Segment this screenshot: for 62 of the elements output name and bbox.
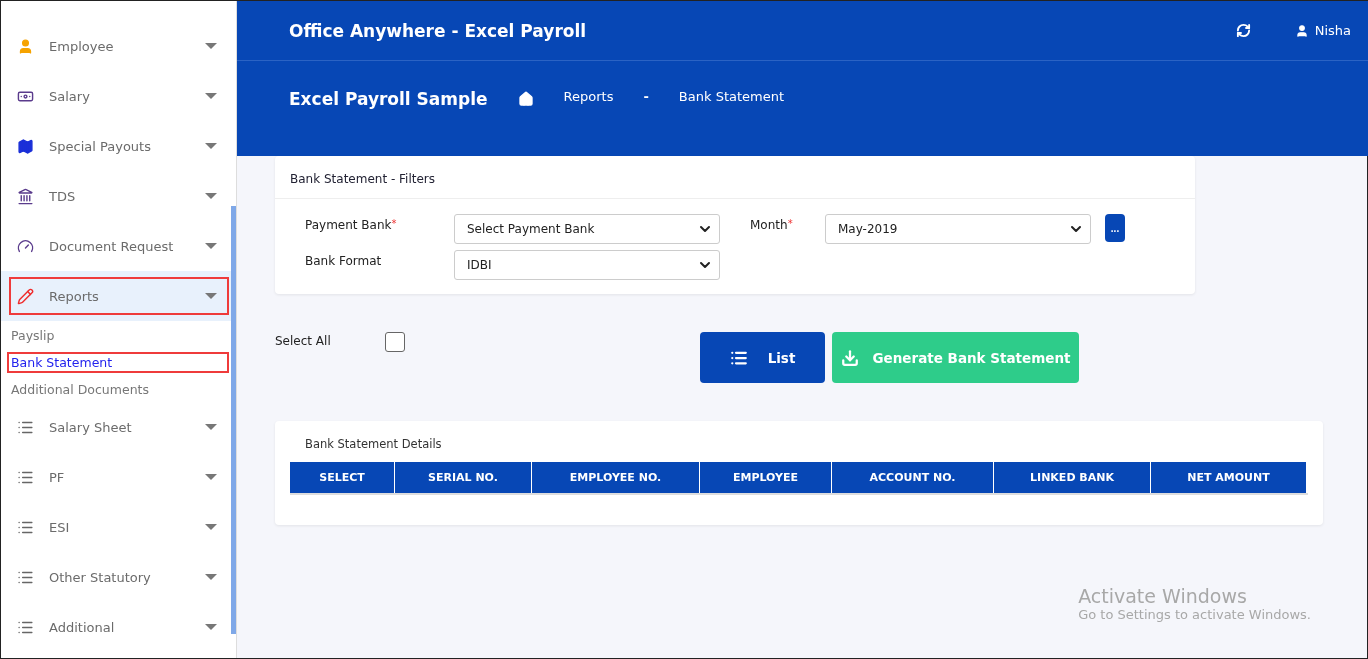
breadcrumb-item[interactable]: Bank Statement: [678, 89, 785, 104]
download-icon: [840, 348, 859, 367]
sidebar-item[interactable]: Reports: [9, 277, 229, 315]
field-label: Bank Format: [305, 253, 383, 268]
column-header: EMPLOYEE: [700, 462, 832, 493]
column-header: ACCOUNT NO.: [832, 462, 994, 493]
gauge-icon: [17, 237, 34, 255]
breadcrumb-item[interactable]: Reports: [563, 89, 614, 104]
caret-icon: [205, 143, 217, 149]
user-name[interactable]: Nisha: [1314, 23, 1351, 38]
sidebar-item[interactable]: Salary Sheet: [9, 408, 229, 446]
sidebar-item[interactable]: Salary: [9, 77, 229, 115]
list-button[interactable]: List: [700, 332, 825, 383]
card-title: Bank Statement Details: [304, 437, 443, 453]
select-field[interactable]: Select Payment Bank: [454, 214, 720, 244]
card-title: Bank Statement - Filters: [275, 156, 1195, 199]
submenu-link[interactable]: Additional Documents: [7, 379, 229, 400]
caret-icon: [205, 474, 217, 480]
more-button[interactable]: ...: [1105, 214, 1125, 242]
field-label: Month*: [750, 217, 794, 232]
caret-icon: [205, 243, 217, 249]
sidebar-item[interactable]: Additional: [9, 608, 229, 646]
column-header: LINKED BANK: [994, 462, 1151, 493]
column-header: NET AMOUNT: [1151, 462, 1307, 493]
column-header: EMPLOYEE NO.: [532, 462, 700, 493]
caret-icon: [205, 293, 217, 299]
checkbox[interactable]: [385, 332, 405, 352]
submenu-link[interactable]: Payslip: [7, 325, 229, 346]
sidebar-item[interactable]: TDS: [9, 177, 229, 215]
select-field[interactable]: IDBI: [454, 250, 720, 280]
pencil-icon: [17, 287, 34, 305]
select-field[interactable]: May-2019: [825, 214, 1091, 244]
column-header: SELECT: [290, 462, 395, 493]
column-header: SERIAL NO.: [395, 462, 532, 493]
app-title: Office Anywhere - Excel Payroll: [289, 20, 588, 41]
home-icon[interactable]: [517, 91, 534, 107]
submenu-link[interactable]: Bank Statement: [7, 352, 229, 373]
user-icon: [1294, 23, 1309, 38]
field-label: Payment Bank*: [305, 217, 398, 232]
sidebar-item[interactable]: ESI: [9, 508, 229, 546]
refresh-icon[interactable]: [1235, 23, 1251, 38]
sidebar-item[interactable]: Employee: [9, 27, 229, 65]
select-all-label: Select All: [275, 334, 332, 348]
caret-icon: [205, 424, 217, 430]
company-name: Excel Payroll Sample: [289, 89, 488, 109]
sidebar-item[interactable]: Document Request: [9, 227, 229, 265]
caret-icon: [205, 624, 217, 630]
caret-icon: [205, 524, 217, 530]
bank-icon: [17, 187, 34, 205]
caret-icon: [205, 193, 217, 199]
sidebar-item[interactable]: PF: [9, 458, 229, 496]
caret-icon: [205, 43, 217, 49]
scrollbar[interactable]: [231, 206, 236, 634]
activation-title: Activate Windows: [1078, 585, 1248, 607]
sidebar-item[interactable]: Special Payouts: [9, 127, 229, 165]
map-icon: [17, 137, 34, 155]
caret-icon: [205, 574, 217, 580]
activation-text: Go to Settings to activate Windows.: [1078, 607, 1311, 622]
person-icon: [17, 37, 34, 55]
breadcrumb-separator: -: [643, 89, 649, 104]
sidebar-item[interactable]: Other Statutory: [9, 558, 229, 596]
caret-icon: [205, 93, 217, 99]
